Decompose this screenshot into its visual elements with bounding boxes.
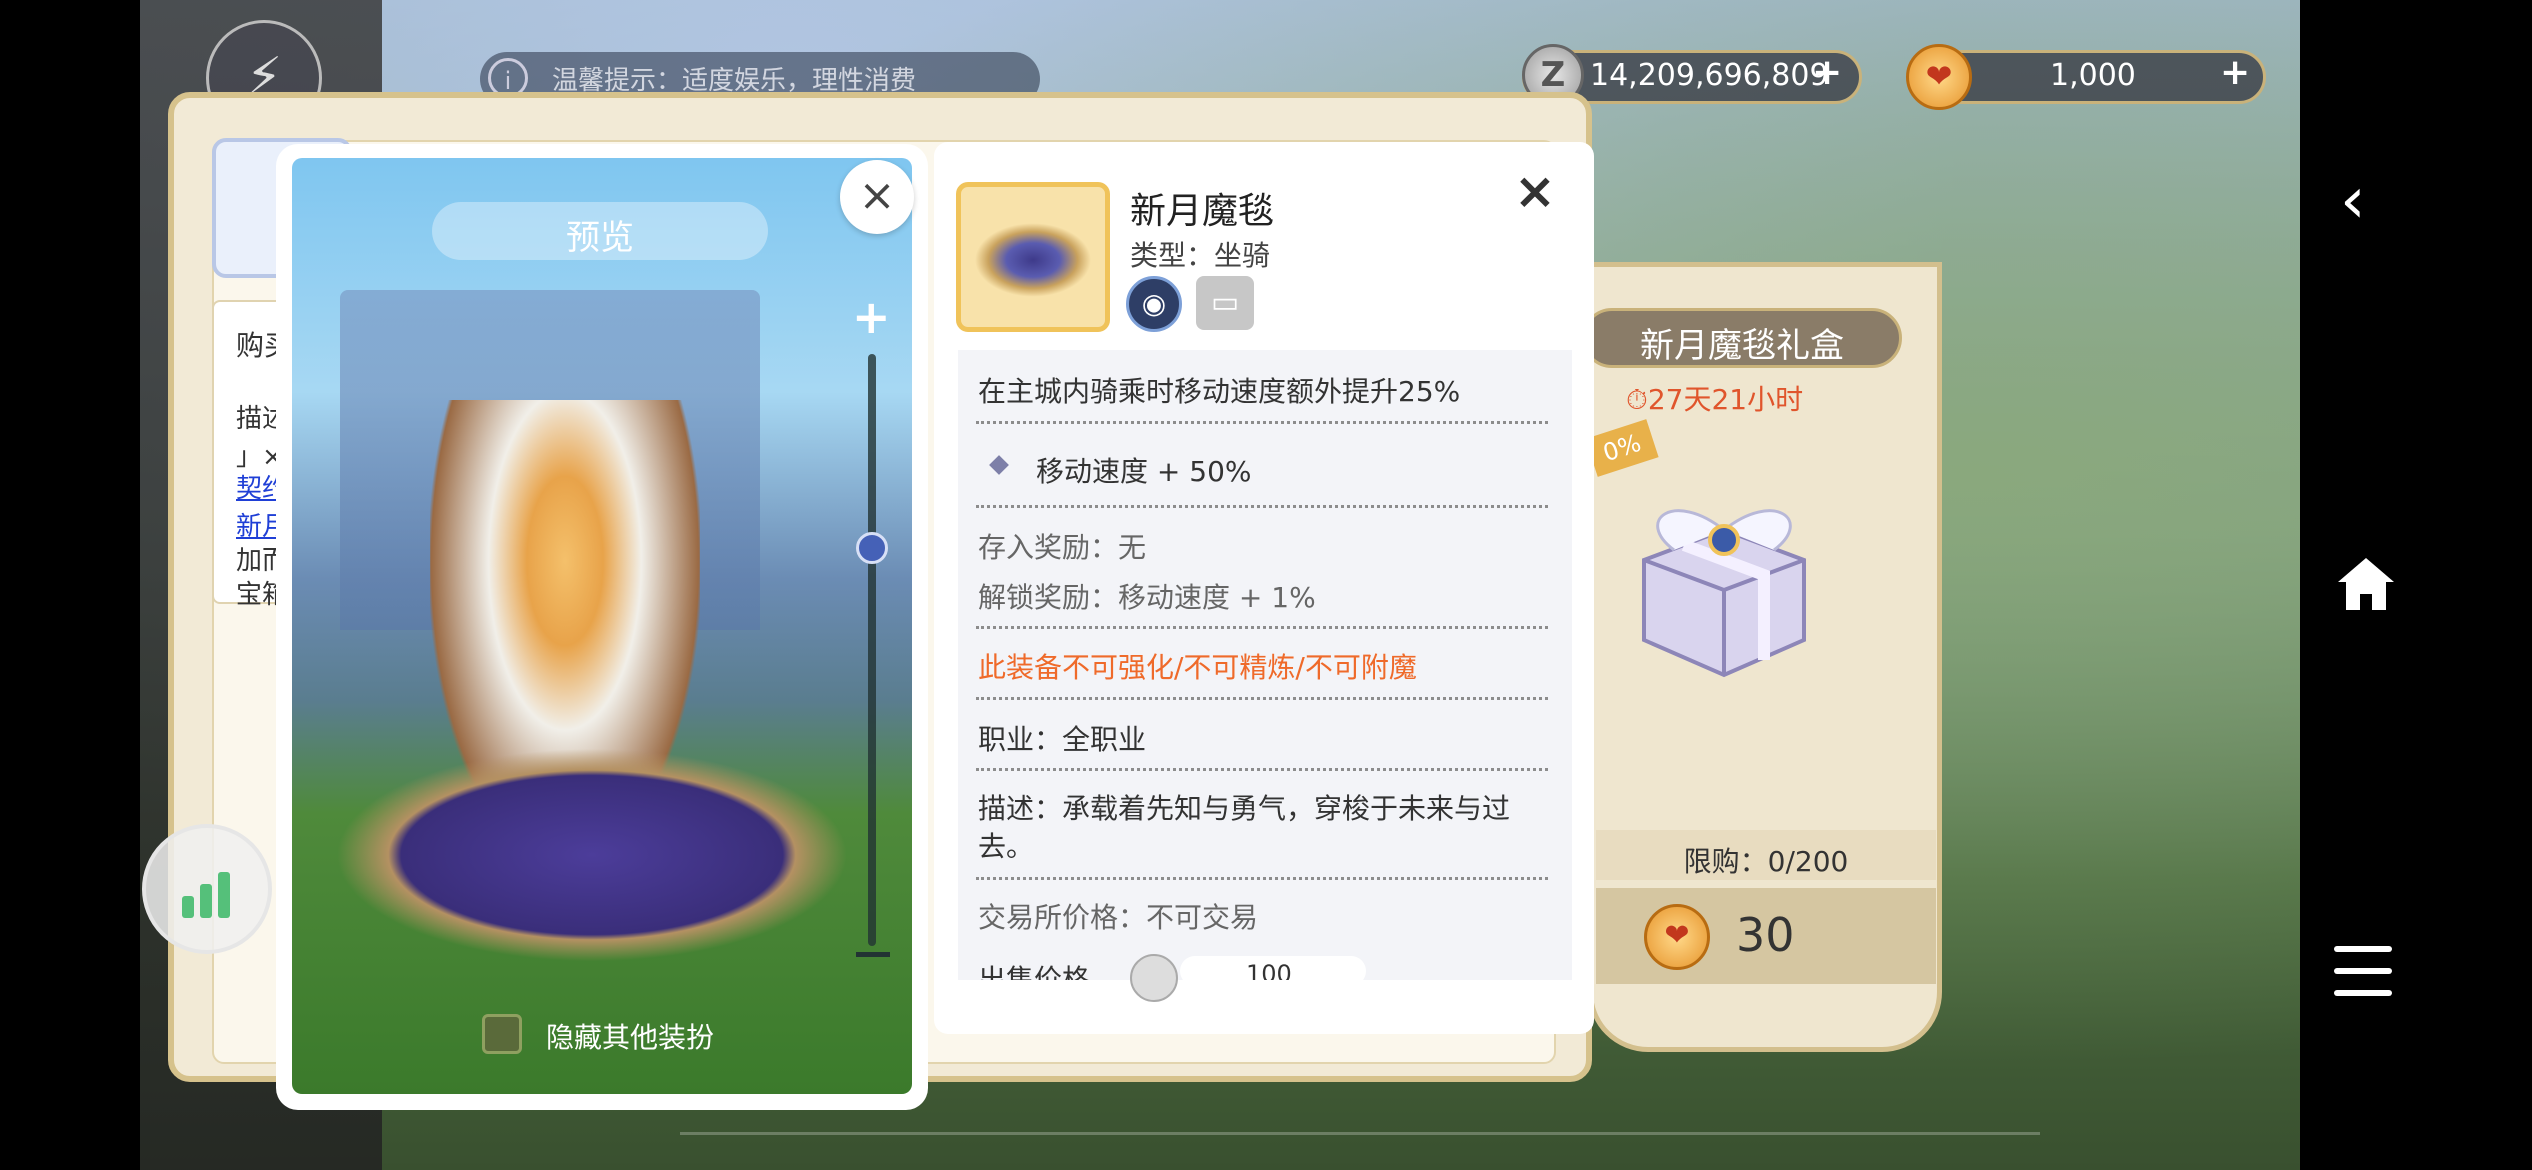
eye-icon[interactable]: ◉ — [1126, 276, 1182, 332]
trade-price: 交易所价格：不可交易 — [978, 901, 1259, 934]
hide-other-outfits-label: 隐藏其他装扮 — [546, 1021, 715, 1054]
add-gem-button[interactable]: + — [2220, 52, 2250, 93]
zeny-coin-icon — [1130, 954, 1178, 1002]
bottom-divider — [680, 1132, 2040, 1135]
item-effect: 在主城内骑乘时移动速度额外提升25% — [978, 375, 1461, 408]
add-coin-button[interactable]: + — [1812, 52, 1842, 93]
item-type: 类型：坐骑 — [1130, 239, 1271, 272]
gift-timer: ⏱27天21小时 — [1626, 383, 1804, 416]
preview-title: 预览 — [566, 218, 634, 258]
signal-bar-icon — [218, 872, 230, 918]
divider — [976, 626, 1548, 629]
item-stat: 移动速度 + 50% — [1036, 455, 1252, 488]
unlock-reward: 解锁奖励：移动速度 + 1% — [978, 581, 1316, 614]
gift-box-title: 新月魔毯礼盒 — [1640, 326, 1844, 366]
equipment-restriction: 此装备不可强化/不可精炼/不可附魔 — [978, 651, 1417, 684]
divider — [976, 768, 1548, 771]
gem-balance-value: 1,000 — [2050, 58, 2136, 93]
purchase-limit: 限购：0/200 — [1683, 845, 1849, 878]
coin-balance-value: 14,209,696,809 — [1590, 58, 1829, 93]
item-name: 新月魔毯 — [1130, 191, 1275, 232]
item-job: 职业：全职业 — [978, 723, 1147, 756]
hide-other-outfits-checkbox[interactable] — [482, 1014, 522, 1054]
divider — [976, 877, 1548, 880]
gift-box-icon — [1642, 509, 1806, 678]
wardrobe-icon[interactable]: ▭ — [1196, 276, 1254, 330]
magic-carpet-icon — [970, 220, 1096, 300]
price-value: 30 — [1736, 908, 1795, 962]
sell-price-value: 100 — [1246, 960, 1292, 980]
zoom-slider-knob[interactable] — [856, 532, 888, 564]
divider — [976, 505, 1548, 508]
gem-currency-icon: ❤ — [1644, 904, 1710, 970]
home-icon[interactable] — [2336, 556, 2396, 612]
detail-close-button[interactable]: × — [1514, 162, 1556, 220]
divider — [976, 421, 1548, 424]
zoom-in-button[interactable]: + — [852, 290, 891, 344]
signal-bar-icon — [182, 896, 194, 918]
item-description: 描述：承载着先知与勇气，穿梭于未来与过去。 — [978, 792, 1511, 863]
network-status-button[interactable] — [142, 824, 272, 954]
gem-currency-icon: ❤ — [1906, 44, 1972, 110]
preview-close-button[interactable]: × — [840, 160, 914, 234]
magic-carpet-model — [292, 730, 892, 980]
zoom-out-button[interactable] — [856, 952, 890, 957]
divider — [976, 697, 1548, 700]
zoom-slider-track[interactable] — [868, 354, 876, 946]
menu-icon[interactable] — [2334, 946, 2392, 998]
deposit-reward: 存入奖励：无 — [978, 531, 1147, 564]
signal-bar-icon — [200, 884, 212, 918]
sell-price-label: 出售价格 — [978, 963, 1091, 980]
back-icon[interactable]: ‹ — [2340, 164, 2366, 238]
